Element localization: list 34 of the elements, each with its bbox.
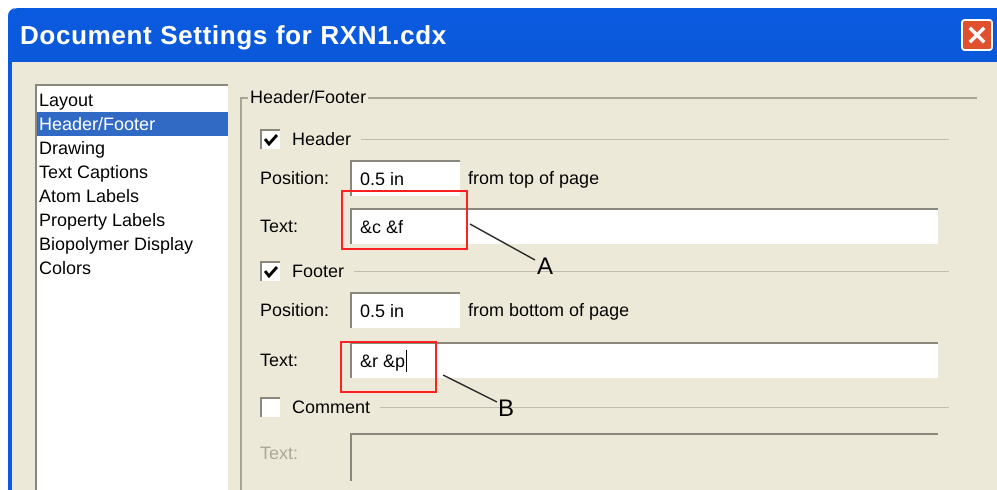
list-item[interactable]: Text Captions (37, 160, 228, 184)
field-label: Text: (260, 442, 300, 464)
leader-line (442, 374, 498, 403)
callout-label: A (537, 254, 554, 280)
leader-line (470, 223, 536, 261)
text-field[interactable]: &c &f (350, 208, 938, 244)
check-icon (264, 266, 278, 278)
text-field[interactable]: 0.5 in (350, 292, 460, 328)
text-field[interactable]: &r &p (350, 342, 938, 378)
close-button[interactable] (961, 19, 993, 51)
list-item[interactable]: Property Labels (37, 208, 228, 232)
text-field[interactable]: 0.5 in (350, 160, 460, 196)
check-icon (264, 134, 278, 146)
list-item[interactable]: Atom Labels (37, 184, 228, 208)
checkbox[interactable] (260, 129, 280, 149)
list-item[interactable]: Colors (37, 256, 228, 280)
field-label: Position: (260, 166, 330, 190)
field-label: Text: (260, 214, 300, 238)
list-item[interactable]: Drawing (37, 136, 228, 160)
checkbox[interactable] (260, 261, 280, 281)
window-title: Document Settings for RXN1.cdx (20, 18, 447, 52)
list-item[interactable]: Header/Footer (37, 112, 228, 136)
list-item[interactable]: Layout (37, 88, 228, 112)
checkbox-label: Footer (292, 260, 344, 282)
field-suffix: from bottom of page (468, 298, 630, 322)
checkbox-label: Header (292, 128, 352, 150)
checkbox[interactable] (260, 397, 280, 417)
checkbox-label: Comment (292, 396, 370, 418)
field-label: Position: (260, 298, 330, 322)
field-label: Text: (260, 348, 300, 372)
field-suffix: from top of page (468, 166, 600, 190)
list-item[interactable]: Biopolymer Display (37, 232, 228, 256)
callout-label: B (498, 396, 514, 422)
close-icon (968, 26, 986, 44)
